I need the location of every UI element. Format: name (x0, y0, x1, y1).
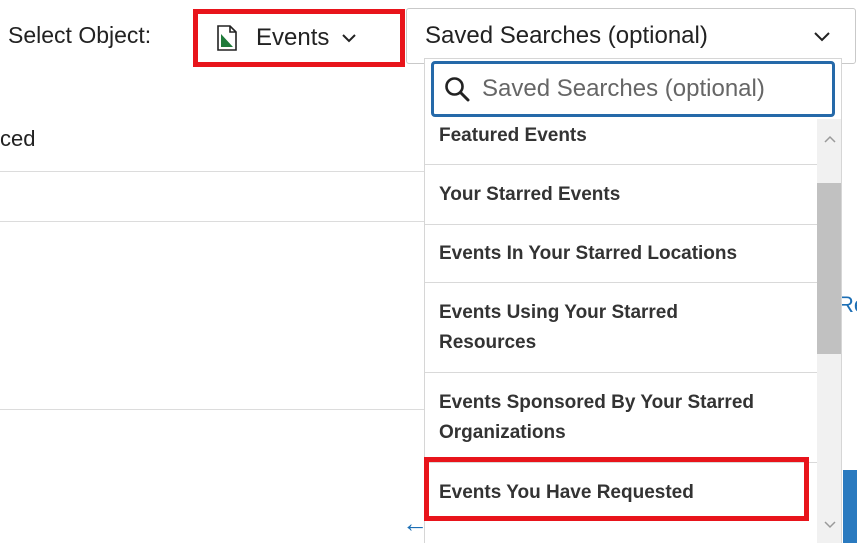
list-item[interactable]: Events Sponsored By Your Starred Organiz… (425, 373, 817, 463)
list-item[interactable]: Events In Your Starred Locations (425, 225, 817, 283)
scrollbar[interactable] (817, 119, 841, 543)
search-icon (445, 77, 470, 102)
document-icon (217, 25, 237, 51)
divider (0, 409, 425, 410)
saved-searches-list: Featured Events Your Starred Events Even… (425, 119, 817, 523)
saved-searches-panel: Featured Events Your Starred Events Even… (424, 58, 842, 543)
scroll-up-icon[interactable] (824, 135, 836, 143)
divider (0, 171, 425, 172)
chevron-down-icon (342, 34, 357, 43)
saved-searches-search-box[interactable] (431, 61, 835, 117)
divider (0, 221, 425, 222)
list-item[interactable]: Events You Have Requested (425, 463, 817, 523)
object-select-value: Events (256, 24, 330, 51)
object-select-dropdown[interactable]: Events (198, 14, 400, 62)
background-partial-text: ced (0, 126, 36, 151)
saved-searches-label: Saved Searches (optional) (425, 22, 708, 49)
chevron-down-icon (814, 32, 830, 42)
list-item[interactable]: Featured Events (425, 119, 817, 165)
list-item[interactable]: Your Starred Events (425, 165, 817, 225)
scroll-down-icon[interactable] (824, 521, 836, 529)
select-object-label: Select Object: (8, 22, 152, 48)
background-button[interactable] (843, 470, 857, 543)
list-item[interactable]: Events Using Your Starred Resources (425, 283, 817, 373)
saved-searches-search-input[interactable] (482, 75, 802, 103)
scrollbar-thumb[interactable] (817, 183, 841, 354)
saved-searches-dropdown[interactable]: Saved Searches (optional) (406, 8, 856, 64)
